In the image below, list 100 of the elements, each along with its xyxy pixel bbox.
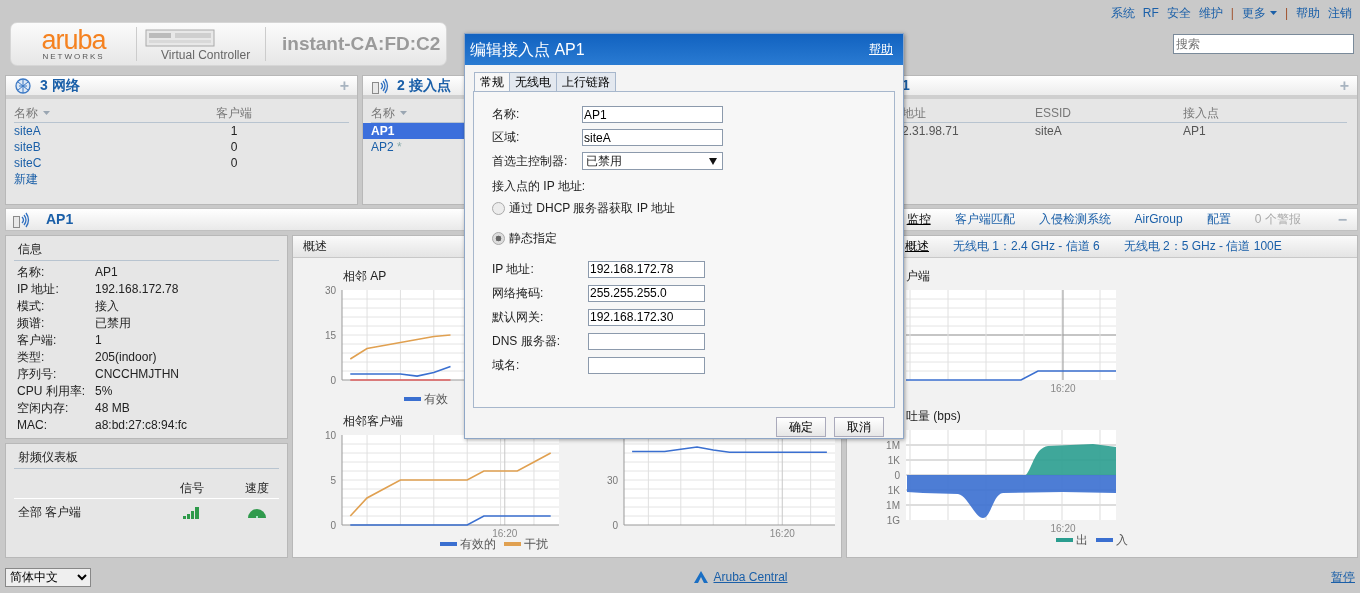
- radio-tab[interactable]: 无线电 1：2.4 GHz - 信道 6: [953, 238, 1100, 255]
- axis-tick-label: 0: [894, 470, 900, 481]
- radio-tab[interactable]: 概述: [905, 238, 929, 255]
- nav-link[interactable]: 注销: [1328, 5, 1352, 22]
- wireless-icon: [12, 210, 30, 229]
- text-field[interactable]: siteA: [582, 129, 723, 146]
- chart-title: 户端: [906, 268, 930, 285]
- field-label: 名称:: [492, 106, 521, 123]
- text-field[interactable]: 192.168.172.30: [588, 308, 705, 326]
- field-value: 48 MB: [95, 400, 131, 418]
- field-value: 已禁用: [95, 315, 132, 333]
- column-header: 速度: [243, 480, 270, 497]
- logo-tagline: NETWORKS: [42, 51, 105, 61]
- column-header: 名称: [371, 105, 408, 122]
- text-field[interactable]: [588, 332, 705, 350]
- caret-icon: [1269, 11, 1277, 16]
- field-label: MAC:: [17, 417, 48, 435]
- aruba-central-link[interactable]: Aruba Central: [694, 568, 788, 586]
- legend-label: 有效的: [440, 537, 496, 551]
- field-label: IP 地址:: [492, 260, 535, 278]
- nav-separator: |: [1230, 5, 1234, 22]
- new-network-link[interactable]: 新建: [14, 171, 38, 188]
- axis-tick-label: 1M: [886, 500, 900, 511]
- cancel-button[interactable]: 取消: [834, 417, 884, 437]
- field-value: 192.168.172.78: [95, 281, 180, 299]
- nav-link[interactable]: 帮助: [1296, 5, 1320, 22]
- radio-button[interactable]: [492, 201, 505, 215]
- text-field[interactable]: AP1: [582, 106, 723, 123]
- nav-link[interactable]: 维护: [1198, 5, 1223, 22]
- search-field[interactable]: 搜索: [1173, 34, 1354, 55]
- axis-tick-label: 0: [612, 520, 618, 531]
- panel-title: 2 接入点: [397, 76, 451, 95]
- card-title: 信息: [14, 240, 279, 262]
- controller-select[interactable]: 已禁用: [582, 152, 723, 170]
- text-field[interactable]: [588, 356, 705, 374]
- field-value: a8:bd:27:c8:94:fc: [95, 417, 189, 435]
- field-value: 205(indoor): [95, 349, 158, 367]
- field-value: 1: [95, 332, 103, 350]
- monitor-tab[interactable]: 监控: [906, 211, 931, 228]
- field-label: 网络掩码:: [492, 284, 545, 302]
- field-label: 首选主控制器:: [492, 152, 569, 170]
- column-header: 名称: [14, 105, 204, 122]
- table-cell-text: siteA: [1035, 123, 1063, 140]
- axis-tick-label: 30: [606, 475, 618, 486]
- dialog-tab[interactable]: 上行链路: [556, 72, 616, 91]
- nav-link[interactable]: 系统: [1110, 5, 1135, 22]
- axis-tick-label: 1K: [887, 485, 900, 496]
- annotation-label: 16:20: [492, 528, 518, 537]
- radio-tab[interactable]: 无线电 2：5 GHz - 信道 100E: [1123, 238, 1282, 255]
- field-value: CNCCHMJTHN: [95, 366, 180, 384]
- monitor-tab[interactable]: AirGroup: [1134, 211, 1183, 228]
- monitor-tab[interactable]: 客户端匹配: [954, 211, 1015, 228]
- pause-link[interactable]: 暂停: [1331, 568, 1355, 586]
- signal-icon: [183, 507, 200, 520]
- column-header: 客户端: [215, 105, 253, 122]
- text-field[interactable]: 192.168.172.78: [588, 260, 705, 278]
- radio-button[interactable]: [492, 231, 505, 245]
- axis-tick-label: 0: [330, 375, 336, 386]
- legend-label: 入: [1096, 532, 1128, 549]
- field-label: 域名:: [492, 356, 521, 374]
- field-label: IP 地址:: [17, 281, 60, 299]
- axis-tick-label: 1G: [886, 515, 900, 526]
- language-select[interactable]: 简体中文: [5, 567, 91, 587]
- monitor-tab[interactable]: 入侵检测系统: [1038, 211, 1111, 228]
- card-title: 射频仪表板: [14, 448, 279, 470]
- nav-link[interactable]: 安全: [1166, 5, 1191, 22]
- column-header: ESSID: [1035, 105, 1072, 122]
- client-count: 0: [229, 139, 239, 156]
- field-label: 类型:: [17, 349, 46, 367]
- field-label: 序列号:: [17, 366, 58, 384]
- text-field[interactable]: 255.255.255.0: [588, 284, 705, 302]
- axis-tick-label: 1M: [886, 440, 900, 451]
- network-icon: [14, 76, 32, 95]
- field-value: 5%: [95, 383, 114, 401]
- nav-link[interactable]: RF: [1142, 5, 1159, 22]
- chart-title: 相邻 AP: [343, 268, 387, 285]
- field-value: 接入: [95, 298, 120, 316]
- network-link[interactable]: siteB: [14, 139, 204, 156]
- network-link[interactable]: siteA: [14, 123, 204, 140]
- axis-tick-label: 1K: [887, 455, 900, 466]
- table-cell-text: 2.31.98.71: [902, 123, 960, 140]
- axis-tick-label: 0: [330, 520, 336, 531]
- ok-button[interactable]: 确定: [776, 417, 826, 437]
- network-link[interactable]: siteC: [14, 155, 204, 172]
- more-menu[interactable]: 更多: [1241, 5, 1277, 22]
- help-link[interactable]: 帮助: [869, 41, 893, 58]
- axis-tick-label: 16:20: [1050, 523, 1076, 532]
- device-drawing: [145, 27, 217, 49]
- field-label: DNS 服务器:: [492, 332, 561, 350]
- axis-tick-label: 16:20: [1050, 383, 1076, 392]
- dialog-title: 编辑接入点 AP1: [470, 39, 585, 60]
- monitor-tab[interactable]: 配置: [1206, 211, 1231, 228]
- field-label: 空闲内存:: [17, 400, 70, 418]
- alerts-count: 0 个警报: [1254, 211, 1301, 228]
- field-label: CPU 利用率:: [17, 383, 86, 401]
- client-count: 0: [229, 155, 239, 172]
- wireless-icon: [371, 76, 389, 95]
- dialog-tab[interactable]: 常规: [474, 72, 510, 91]
- dialog-tab[interactable]: 无线电: [509, 72, 557, 91]
- logo-text: aruba: [41, 27, 106, 52]
